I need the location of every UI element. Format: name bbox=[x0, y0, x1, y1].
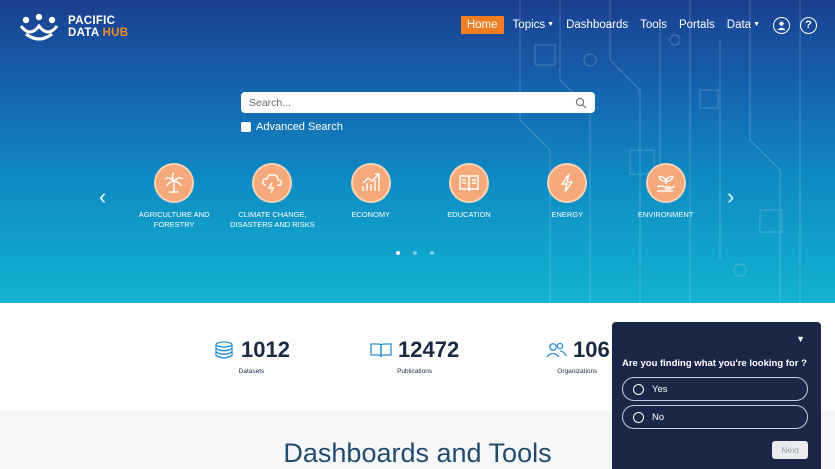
logo-hub-word: HUB bbox=[102, 27, 129, 39]
site-logo[interactable]: PACIFIC DATA HUB bbox=[18, 12, 128, 42]
topic-icon-circle bbox=[449, 163, 490, 203]
nav-data[interactable]: Data ▼ bbox=[724, 16, 763, 34]
topic-card-environment[interactable]: ENVIRONMENT bbox=[616, 163, 714, 230]
collapse-triangle-icon[interactable]: ▼ bbox=[796, 334, 805, 344]
stat-organizations[interactable]: 106 Organizations bbox=[545, 337, 610, 375]
topic-label: AGRICULTURE AND FORESTRY bbox=[138, 210, 210, 229]
search-input[interactable] bbox=[249, 96, 575, 109]
topic-icon-circle bbox=[252, 163, 293, 203]
palm-tree-icon bbox=[164, 172, 184, 193]
survey-option-label: No bbox=[652, 411, 665, 423]
radio-circle-icon bbox=[633, 383, 644, 395]
search-bar bbox=[241, 92, 595, 113]
topic-card-climate[interactable]: CLIMATE CHANGE, DISASTERS AND RISKS bbox=[223, 163, 321, 230]
topic-label: ENVIRONMENT bbox=[637, 210, 694, 219]
topic-label: ENERGY bbox=[551, 210, 584, 219]
search-icon[interactable] bbox=[575, 97, 587, 109]
topic-icon-circle bbox=[350, 163, 391, 203]
advanced-search-toggle[interactable]: Advanced Search bbox=[241, 121, 343, 133]
survey-question: Are you finding what you're looking for … bbox=[622, 358, 807, 369]
lightning-icon bbox=[560, 173, 574, 193]
stat-datasets[interactable]: 1012 Datasets bbox=[213, 337, 290, 375]
storm-cloud-icon bbox=[262, 174, 283, 194]
main-navigation: Home Topics ▼ Dashboards Tools Portals Da… bbox=[460, 16, 817, 34]
carousel-dot-1[interactable] bbox=[396, 251, 400, 255]
logo-line-2: DATA HUB bbox=[68, 27, 128, 39]
topic-label: ECONOMY bbox=[351, 210, 391, 219]
topic-icon-circle bbox=[645, 163, 686, 203]
nav-portals[interactable]: Portals bbox=[676, 16, 718, 34]
carousel-dot-3[interactable] bbox=[430, 251, 434, 255]
stat-label: Organizations bbox=[557, 368, 598, 375]
logo-wordmark: PACIFIC DATA HUB bbox=[68, 15, 128, 39]
survey-option-yes[interactable]: Yes bbox=[622, 377, 808, 401]
nav-tools[interactable]: Tools bbox=[637, 16, 670, 34]
carousel-prev-arrow-icon[interactable]: ‹ bbox=[99, 186, 106, 208]
stat-label: Publications bbox=[397, 368, 433, 375]
plant-hand-icon bbox=[656, 175, 675, 192]
stat-value: 1012 bbox=[241, 337, 290, 362]
nav-home[interactable]: Home bbox=[460, 16, 504, 34]
advanced-search-checkbox[interactable] bbox=[241, 122, 251, 132]
stat-row: 106 bbox=[545, 337, 610, 363]
logo-line-1: PACIFIC bbox=[68, 15, 116, 27]
pacific-data-hub-logo-icon bbox=[19, 13, 59, 41]
carousel-next-arrow-icon[interactable]: › bbox=[727, 186, 734, 208]
open-book-icon bbox=[370, 343, 392, 358]
database-icon bbox=[215, 341, 233, 359]
survey-option-no[interactable]: No bbox=[622, 405, 808, 429]
book-icon bbox=[459, 175, 479, 192]
caret-down-icon: ▼ bbox=[753, 21, 760, 29]
advanced-search-label: Advanced Search bbox=[256, 121, 343, 133]
nav-topics[interactable]: Topics ▼ bbox=[510, 16, 558, 34]
topic-label: CLIMATE CHANGE, DISASTERS AND RISKS bbox=[230, 210, 315, 229]
circuit-pattern-decoration bbox=[519, 0, 801, 303]
topics-carousel: AGRICULTURE AND FORESTRY CLIMATE CHANGE,… bbox=[125, 163, 715, 230]
topic-card-economy[interactable]: ECONOMY bbox=[322, 163, 420, 230]
topic-icon-circle bbox=[547, 163, 588, 203]
stat-row: 12472 bbox=[370, 337, 459, 363]
radio-circle-icon bbox=[633, 411, 644, 423]
topic-label: EDUCATION bbox=[447, 210, 491, 219]
growth-chart-icon bbox=[362, 173, 380, 191]
stat-value: 106 bbox=[573, 337, 610, 362]
survey-option-label: Yes bbox=[652, 383, 668, 395]
carousel-dot-2[interactable] bbox=[413, 251, 417, 255]
stat-value: 12472 bbox=[398, 337, 460, 362]
feedback-survey-widget: ▼ Are you finding what you're looking fo… bbox=[612, 322, 821, 469]
people-icon bbox=[546, 342, 567, 358]
topic-card-energy[interactable]: ENERGY bbox=[518, 163, 616, 230]
hero-banner: PACIFIC DATA HUB Home Topics ▼ Dashboards… bbox=[0, 0, 835, 303]
caret-down-icon: ▼ bbox=[547, 21, 555, 29]
stat-publications[interactable]: 12472 Publications bbox=[370, 337, 459, 375]
question-circle-icon[interactable]: ? bbox=[800, 16, 817, 34]
topic-card-agriculture[interactable]: AGRICULTURE AND FORESTRY bbox=[125, 163, 223, 230]
user-circle-icon[interactable] bbox=[773, 16, 790, 34]
nav-data-label: Data bbox=[726, 19, 752, 31]
survey-next-button[interactable]: Next bbox=[772, 441, 808, 459]
nav-topics-label: Topics bbox=[512, 19, 546, 31]
topic-icon-circle bbox=[154, 163, 195, 203]
logo-data-word: DATA bbox=[68, 27, 100, 39]
stat-label: Datasets bbox=[238, 368, 265, 375]
stat-row: 1012 bbox=[213, 337, 290, 363]
carousel-pagination bbox=[396, 251, 434, 255]
topic-card-education[interactable]: EDUCATION bbox=[420, 163, 518, 230]
nav-dashboards[interactable]: Dashboards bbox=[563, 16, 631, 34]
